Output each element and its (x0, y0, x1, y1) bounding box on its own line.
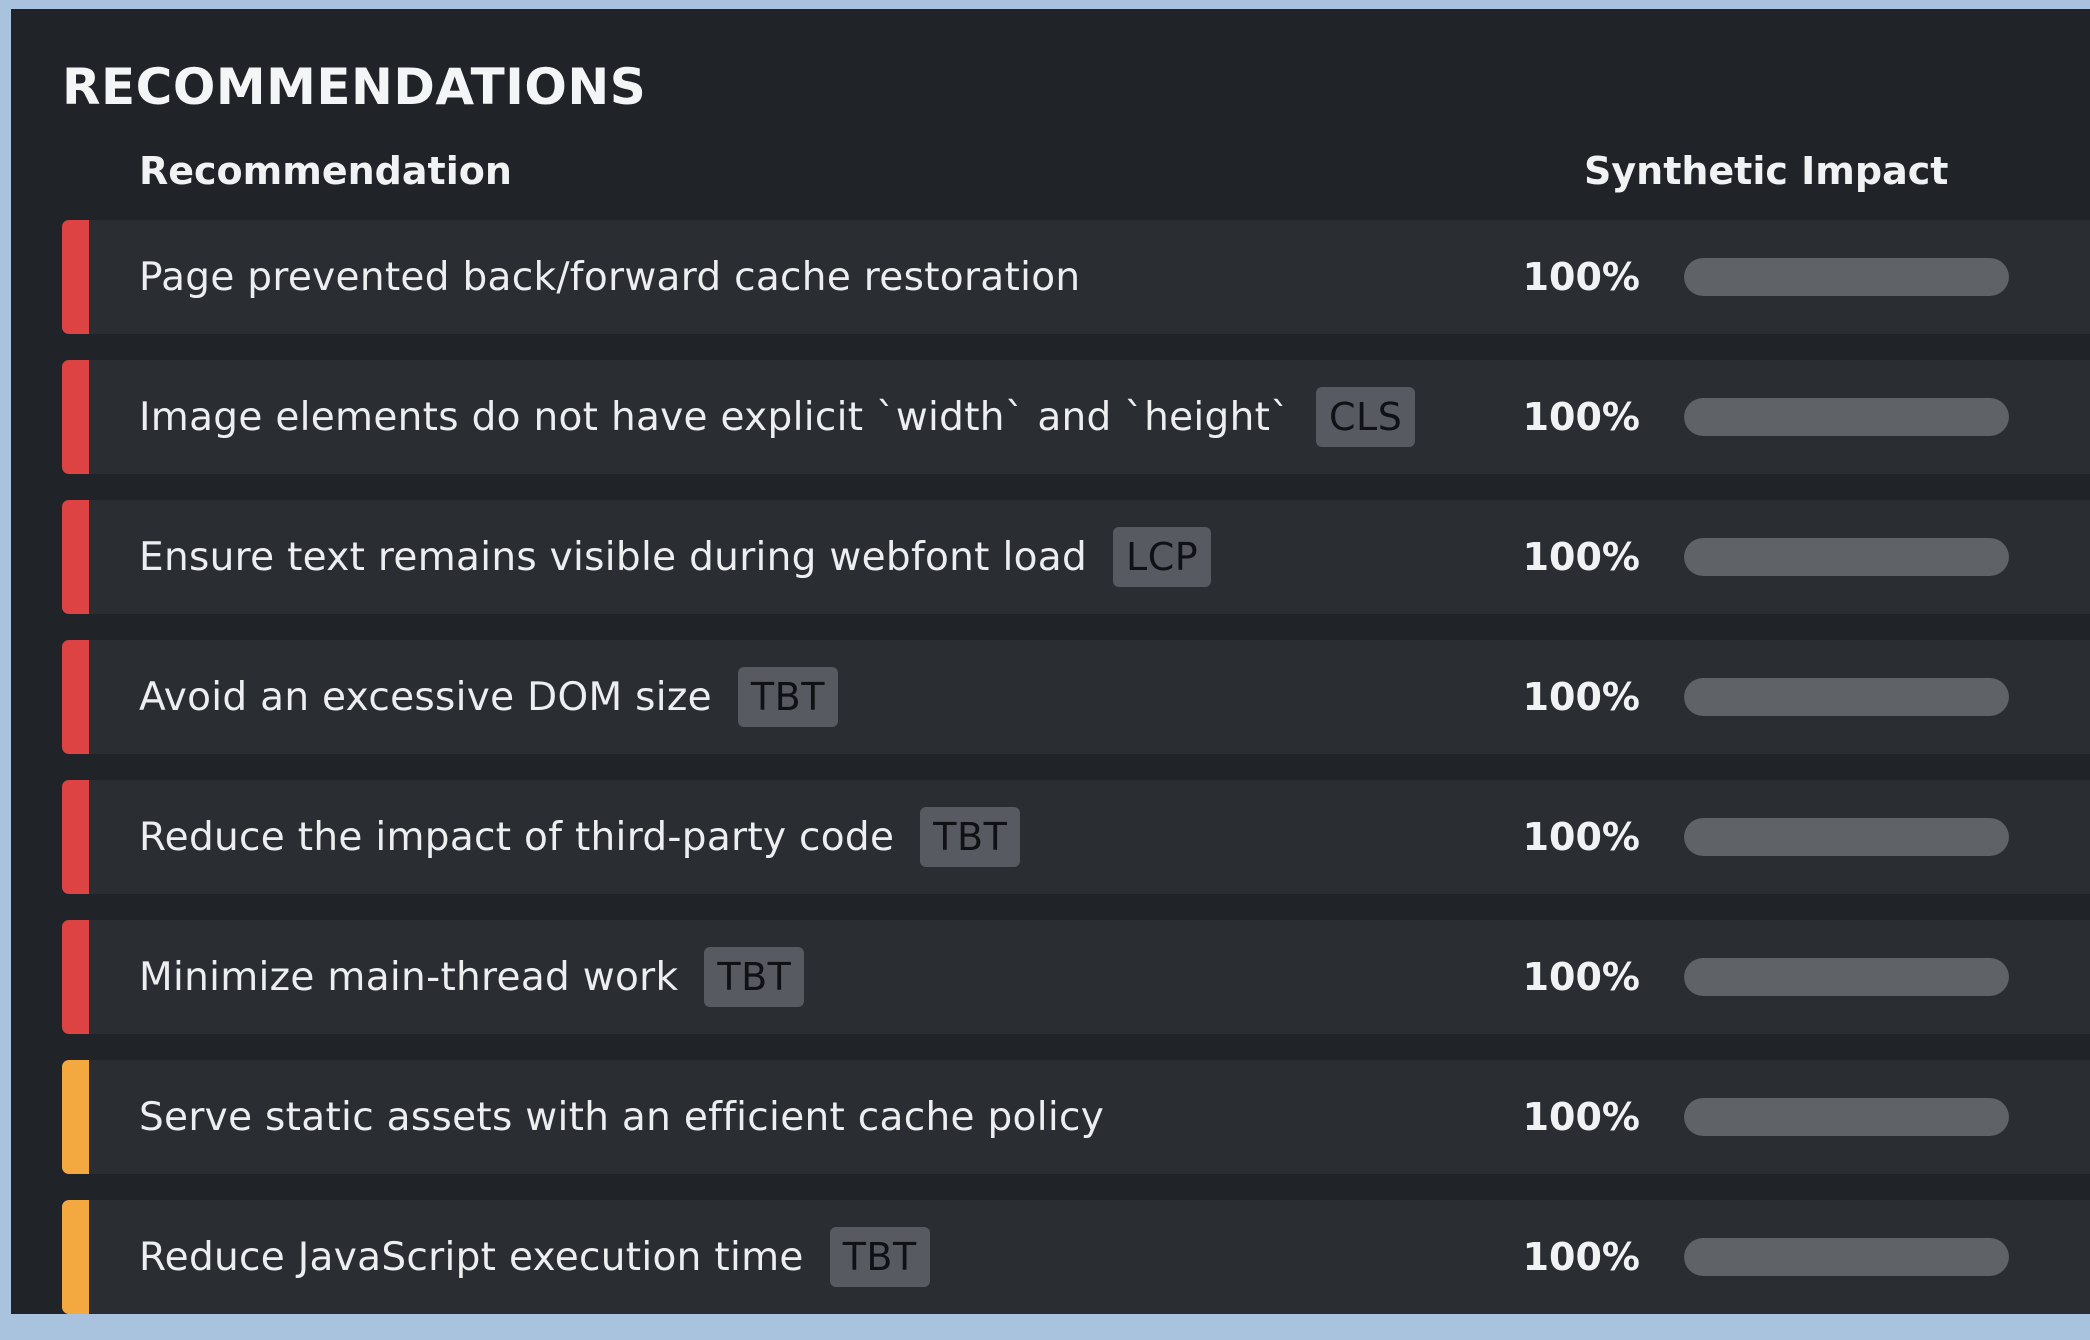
recommendations-panel: RECOMMENDATIONS Recommendation Synthetic… (11, 9, 2090, 1314)
severity-indicator (62, 920, 89, 1034)
impact-percent: 100% (1522, 675, 1640, 719)
recommendation-row[interactable]: Ensure text remains visible during webfo… (62, 500, 2090, 614)
section-title: RECOMMENDATIONS (62, 58, 647, 116)
recommendation-row[interactable]: Avoid an excessive DOM size TBT 100% (62, 640, 2090, 754)
recommendation-row[interactable]: Serve static assets with an efficient ca… (62, 1060, 2090, 1174)
impact-bar (1684, 258, 2009, 296)
impact-percent: 100% (1522, 1235, 1640, 1279)
impact-bar (1684, 818, 2009, 856)
impact-percent: 100% (1522, 535, 1640, 579)
impact-bar-fill (1684, 398, 2009, 436)
impact-percent: 100% (1522, 955, 1640, 999)
metric-badge-tbt: TBT (829, 1227, 930, 1287)
recommendation-row[interactable]: Reduce the impact of third-party code TB… (62, 780, 2090, 894)
recommendation-label[interactable]: Serve static assets with an efficient ca… (139, 1095, 1104, 1140)
impact-percent: 100% (1522, 395, 1640, 439)
impact-percent: 100% (1522, 815, 1640, 859)
metric-badge-tbt: TBT (737, 667, 838, 727)
severity-indicator (62, 220, 89, 334)
recommendation-label[interactable]: Image elements do not have explicit `wid… (139, 395, 1290, 440)
recommendation-row[interactable]: Image elements do not have explicit `wid… (62, 360, 2090, 474)
impact-bar (1684, 678, 2009, 716)
recommendation-text: Page prevented back/forward cache restor… (139, 220, 1080, 334)
impact-bar-fill (1684, 818, 2009, 856)
metric-badge-cls: CLS (1316, 387, 1416, 447)
recommendation-text: Reduce the impact of third-party code TB… (139, 780, 1021, 894)
metric-badge-tbt: TBT (704, 947, 805, 1007)
recommendation-text: Minimize main-thread work TBT (139, 920, 805, 1034)
recommendation-text: Ensure text remains visible during webfo… (139, 500, 1212, 614)
impact-bar-fill (1684, 678, 2009, 716)
recommendation-text: Serve static assets with an efficient ca… (139, 1060, 1104, 1174)
recommendation-label[interactable]: Reduce the impact of third-party code (139, 815, 894, 860)
impact-bar-fill (1684, 538, 2009, 576)
recommendation-label[interactable]: Reduce JavaScript execution time (139, 1235, 804, 1280)
impact-bar-fill (1684, 258, 2009, 296)
recommendation-text: Reduce JavaScript execution time TBT (139, 1200, 930, 1314)
recommendation-text: Avoid an excessive DOM size TBT (139, 640, 838, 754)
impact-bar-fill (1684, 958, 2009, 996)
impact-bar (1684, 958, 2009, 996)
recommendation-label[interactable]: Ensure text remains visible during webfo… (139, 535, 1087, 580)
severity-indicator (62, 640, 89, 754)
recommendation-label[interactable]: Minimize main-thread work (139, 955, 678, 1000)
impact-bar (1684, 398, 2009, 436)
impact-bar (1684, 538, 2009, 576)
severity-indicator (62, 500, 89, 614)
recommendation-label[interactable]: Avoid an excessive DOM size (139, 675, 712, 720)
recommendation-text: Image elements do not have explicit `wid… (139, 360, 1416, 474)
impact-bar (1684, 1238, 2009, 1276)
severity-indicator (62, 780, 89, 894)
severity-indicator (62, 1060, 89, 1174)
column-header-recommendation[interactable]: Recommendation (139, 147, 512, 195)
recommendations-list: Page prevented back/forward cache restor… (62, 220, 2090, 1340)
column-header-synthetic-impact[interactable]: Synthetic Impact (1584, 147, 1948, 195)
metric-badge-lcp: LCP (1113, 527, 1212, 587)
impact-bar (1684, 1098, 2009, 1136)
recommendation-row[interactable]: Reduce JavaScript execution time TBT 100… (62, 1200, 2090, 1314)
recommendation-row[interactable]: Minimize main-thread work TBT 100% (62, 920, 2090, 1034)
impact-bar-fill (1684, 1238, 2009, 1276)
severity-indicator (62, 1200, 89, 1314)
metric-badge-tbt: TBT (920, 807, 1021, 867)
impact-bar-fill (1684, 1098, 2009, 1136)
impact-percent: 100% (1522, 255, 1640, 299)
recommendation-label[interactable]: Page prevented back/forward cache restor… (139, 255, 1080, 300)
severity-indicator (62, 360, 89, 474)
impact-percent: 100% (1522, 1095, 1640, 1139)
recommendation-row[interactable]: Page prevented back/forward cache restor… (62, 220, 2090, 334)
